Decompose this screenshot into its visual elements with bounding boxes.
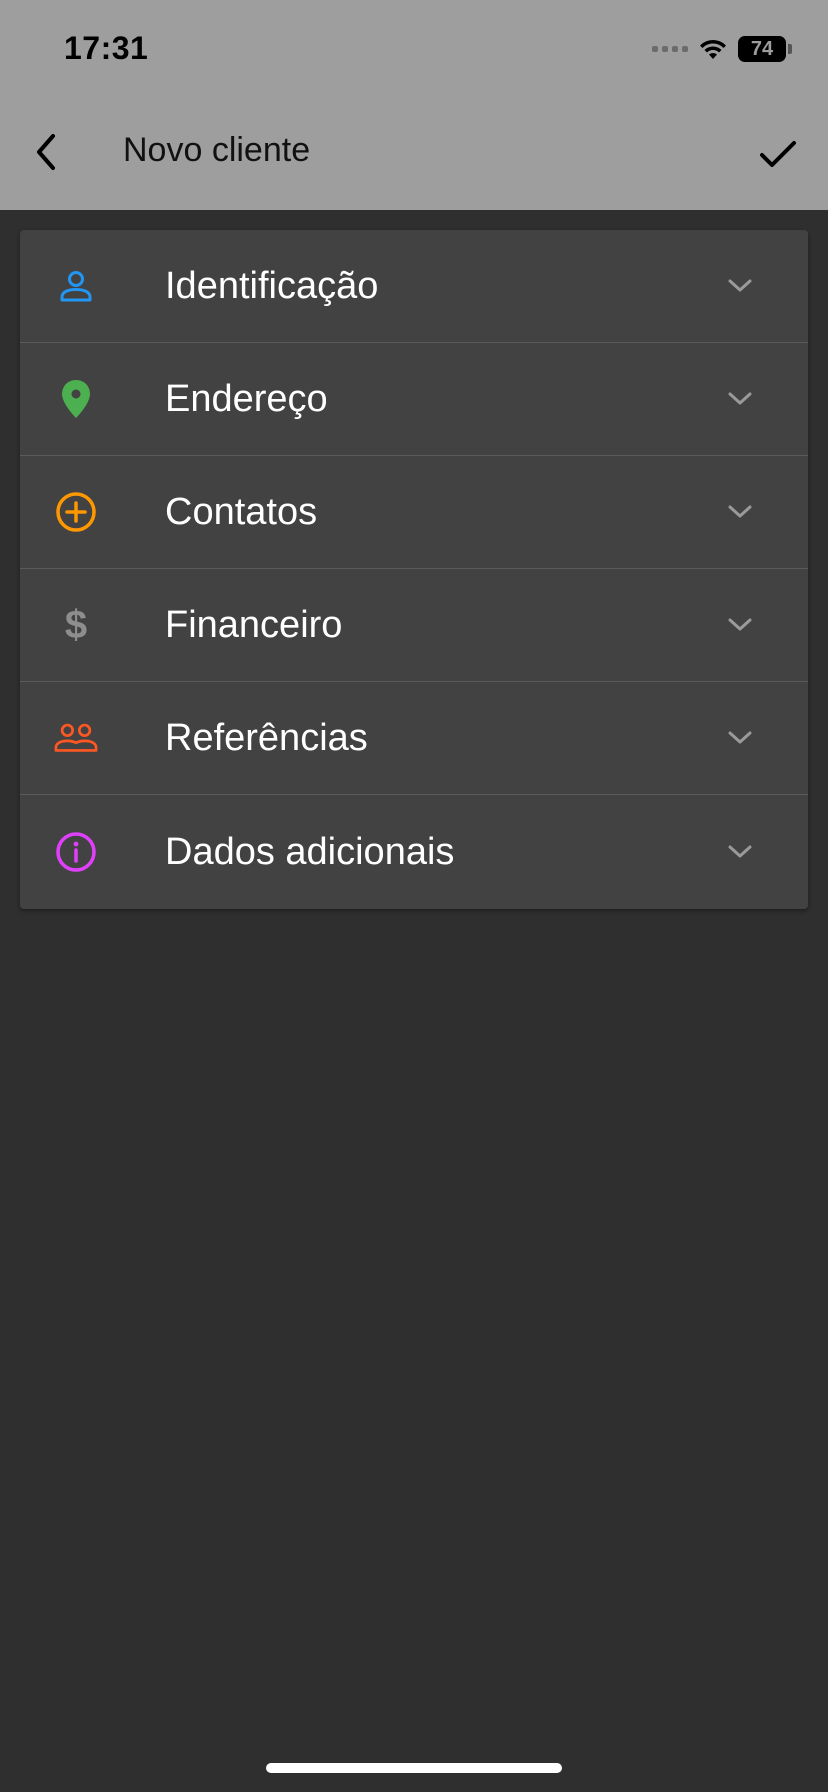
chevron-down-icon bbox=[726, 611, 754, 639]
check-icon bbox=[760, 141, 796, 167]
app-bar: 17:31 74 Novo cliente bbox=[0, 0, 828, 210]
section-endereco[interactable]: Endereço bbox=[20, 343, 808, 456]
chevron-down-icon bbox=[726, 838, 754, 866]
sections-list: Identificação Endereço Contatos $ Financ… bbox=[20, 230, 808, 909]
section-financeiro[interactable]: $ Financeiro bbox=[20, 569, 808, 682]
chevron-left-icon bbox=[37, 134, 55, 170]
battery-level: 74 bbox=[738, 36, 786, 62]
status-time: 17:31 bbox=[64, 30, 149, 66]
section-label: Identificação bbox=[165, 264, 379, 307]
dollar-icon: $ bbox=[64, 602, 88, 647]
save-button[interactable] bbox=[752, 128, 804, 180]
section-label: Dados adicionais bbox=[165, 830, 455, 873]
section-label: Referências bbox=[165, 716, 368, 759]
battery-indicator: 74 bbox=[738, 36, 792, 62]
location-pin-icon bbox=[54, 377, 98, 421]
info-icon bbox=[54, 830, 98, 874]
section-label: Contatos bbox=[165, 490, 318, 533]
section-label: Financeiro bbox=[165, 603, 343, 646]
chevron-down-icon bbox=[726, 724, 754, 752]
page-title: Novo cliente bbox=[123, 131, 311, 169]
back-button[interactable] bbox=[24, 124, 68, 180]
section-dados-adicionais[interactable]: Dados adicionais bbox=[20, 795, 808, 909]
people-icon bbox=[54, 716, 98, 760]
chevron-down-icon bbox=[726, 272, 754, 300]
add-circle-icon bbox=[54, 490, 98, 534]
person-icon bbox=[54, 264, 98, 308]
section-contatos[interactable]: Contatos bbox=[20, 456, 808, 569]
status-indicators: 74 bbox=[652, 34, 792, 64]
section-identificacao[interactable]: Identificação bbox=[20, 230, 808, 343]
section-referencias[interactable]: Referências bbox=[20, 682, 808, 795]
chevron-down-icon bbox=[726, 385, 754, 413]
wifi-icon bbox=[700, 39, 726, 59]
chevron-down-icon bbox=[726, 498, 754, 526]
cellular-signal-icon bbox=[652, 46, 688, 52]
home-indicator[interactable] bbox=[266, 1763, 562, 1773]
section-label: Endereço bbox=[165, 377, 328, 420]
